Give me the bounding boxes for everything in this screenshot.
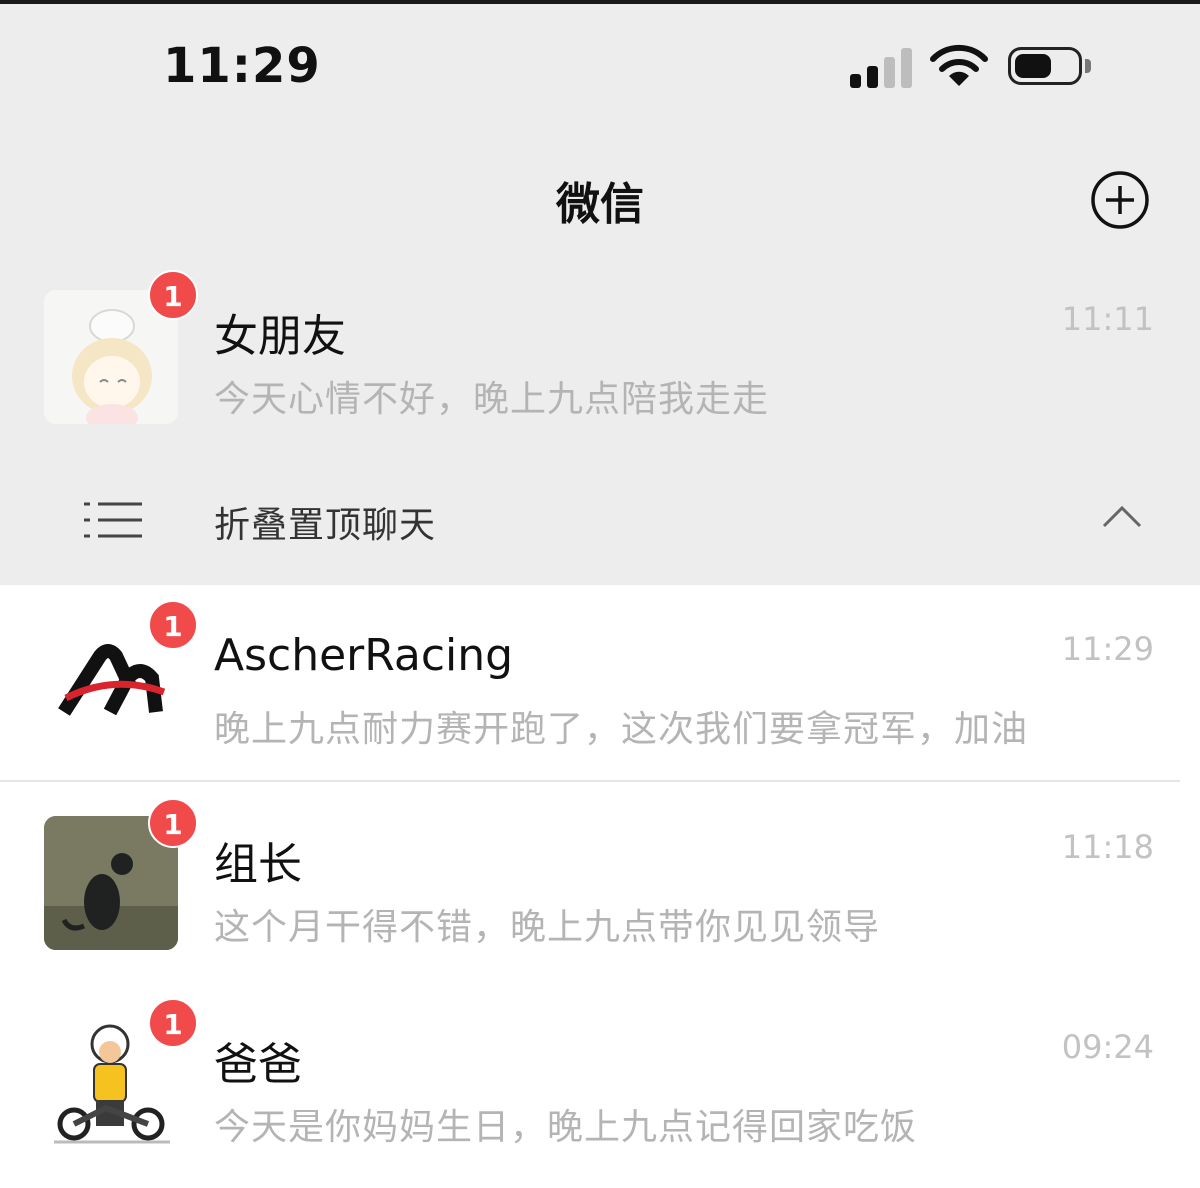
page-title: 微信 [556,179,644,230]
chat-item-team-leader[interactable]: 1 组长 这个月干得不错，晚上九点带你见见领导 11:18 [0,798,1200,988]
unread-badge: 1 [148,998,198,1048]
chat-time: 11:11 [1061,300,1154,338]
chat-item-girlfriend[interactable]: 1 女朋友 今天心情不好，晚上九点陪我走走 11:11 [0,270,1200,460]
cellular-signal-icon [850,48,912,88]
fold-pinned-chats-row[interactable]: 折叠置顶聊天 [0,470,1200,570]
chat-preview: 这个月干得不错，晚上九点带你见见领导 [214,907,881,948]
divider [0,780,1180,782]
plus-circle-icon[interactable] [1090,170,1150,230]
battery-cap [1085,59,1091,73]
chat-preview: 今天是你妈妈生日，晚上九点记得回家吃饭 [214,1107,918,1148]
fold-label: 折叠置顶聊天 [214,505,437,546]
list-icon [84,502,142,538]
chevron-up-icon[interactable] [1102,504,1142,530]
chat-name: 组长 [214,839,302,890]
chat-time: 11:29 [1061,630,1154,668]
chat-time: 11:18 [1061,828,1154,866]
chat-preview: 晚上九点耐力赛开跑了，这次我们要拿冠军，加油 [214,709,1029,750]
chat-item-dad[interactable]: 1 爸爸 今天是你妈妈生日，晚上九点记得回家吃饭 09:24 [0,998,1200,1188]
chat-time: 09:24 [1061,1028,1154,1066]
unread-badge: 1 [148,270,198,320]
status-time: 11:29 [163,38,321,94]
chat-name: 女朋友 [214,311,346,362]
unread-badge: 1 [148,600,198,650]
battery-level-fill [1015,54,1051,78]
top-border [0,0,1200,4]
battery-icon [1008,47,1082,85]
chat-item-ascherracing[interactable]: 1 AscherRacing 晚上九点耐力赛开跑了，这次我们要拿冠军，加油 11… [0,600,1200,790]
chat-name: AscherRacing [214,630,514,681]
chat-name: 爸爸 [214,1039,302,1090]
wifi-icon [930,44,988,86]
chat-preview: 今天心情不好，晚上九点陪我走走 [214,379,770,420]
unread-badge: 1 [148,798,198,848]
